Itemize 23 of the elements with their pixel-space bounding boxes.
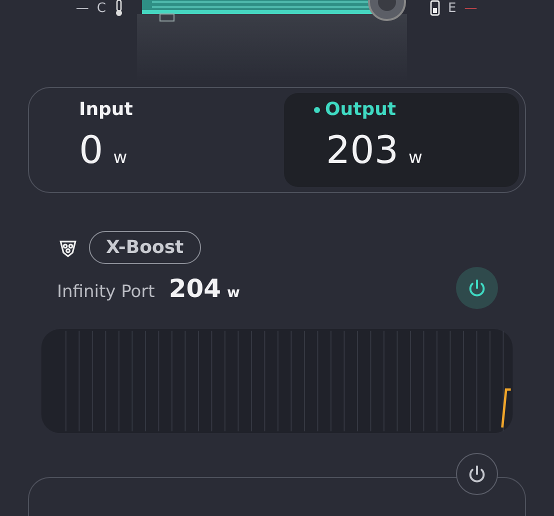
- power-value: 0: [79, 128, 104, 172]
- port-name: Infinity Port: [57, 282, 155, 302]
- port-value: 204: [168, 274, 222, 304]
- gauge-label: E: [448, 2, 456, 14]
- power-button[interactable]: [456, 453, 498, 496]
- thermometer-icon: [114, 0, 124, 17]
- port-unit: w: [227, 285, 240, 302]
- mode-label: Output: [325, 99, 396, 120]
- power-button[interactable]: [456, 267, 498, 310]
- battery-icon: [430, 0, 440, 16]
- power-unit: w: [408, 148, 422, 168]
- power-value: 203: [326, 128, 399, 172]
- gauge-label: C: [96, 2, 106, 14]
- mode-label: Input: [79, 99, 133, 120]
- mode-tab[interactable]: Output 203 w: [284, 93, 519, 188]
- gauge-label: —: [464, 2, 478, 14]
- x-boost-badge[interactable]: X-Boost: [89, 231, 201, 264]
- gauge-label: —: [76, 2, 89, 14]
- power-unit: w: [113, 148, 128, 168]
- power-icon: [467, 278, 487, 298]
- mode-tab[interactable]: Input 0 w: [29, 93, 284, 188]
- power-icon: [467, 464, 487, 484]
- active-dot: [314, 106, 320, 113]
